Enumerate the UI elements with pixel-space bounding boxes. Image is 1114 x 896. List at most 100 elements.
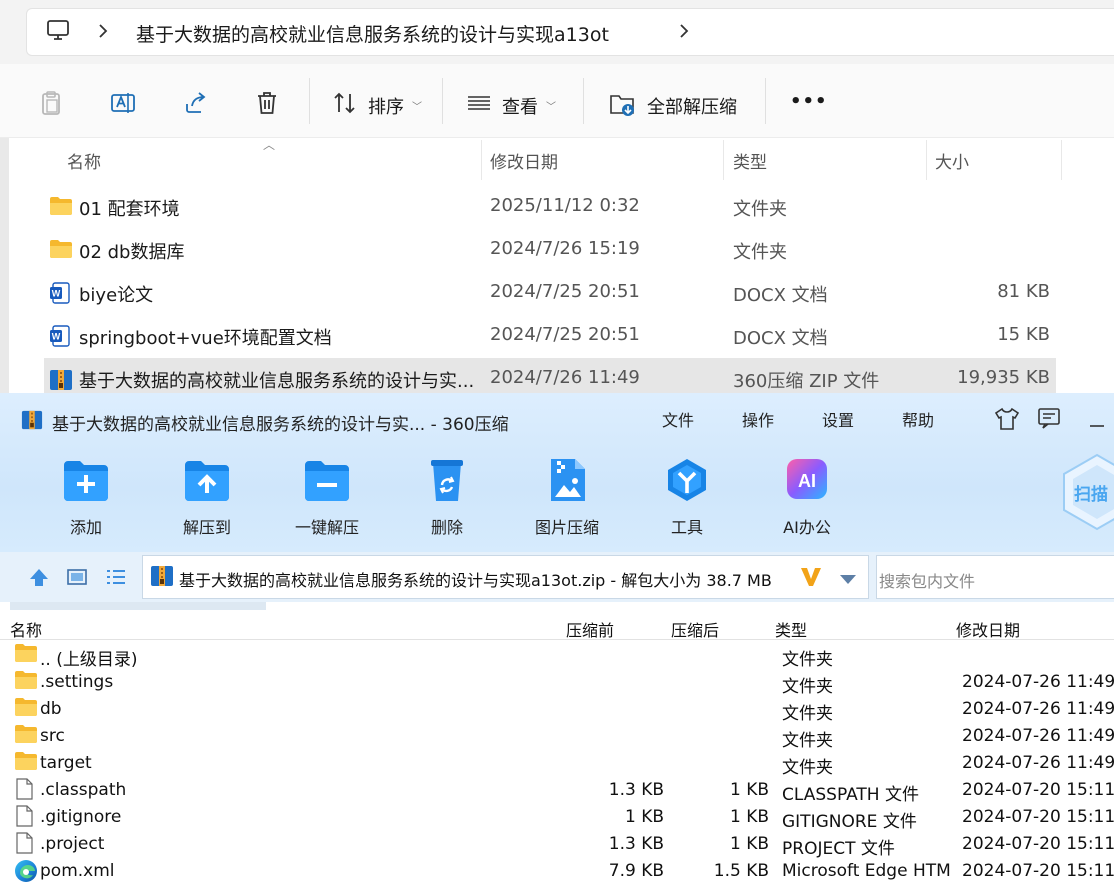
file-row[interactable]: 01 配套环境 2025/11/12 0:32 文件夹 xyxy=(44,186,1056,226)
row-type: CLASSPATH 文件 xyxy=(782,785,919,805)
row-type: 文件夹 xyxy=(782,677,833,697)
row-name: .. (上级目录) xyxy=(40,650,138,670)
image-compress-button[interactable]: 图片压缩 xyxy=(517,457,617,537)
share-icon[interactable] xyxy=(183,90,209,120)
row-name: .classpath xyxy=(40,780,127,800)
scan-badge-icon[interactable]: 扫描 xyxy=(1062,453,1114,531)
column-divider[interactable] xyxy=(926,140,927,180)
chevron-right-icon[interactable] xyxy=(97,22,109,44)
row-after: 1 KB xyxy=(729,780,769,800)
column-header-date[interactable]: 修改日期 xyxy=(490,148,558,173)
recycle-bin-icon xyxy=(431,460,463,501)
ai-office-button[interactable]: AI AI办公 xyxy=(757,457,857,537)
row-after: 1 KB xyxy=(729,834,769,854)
folder-icon xyxy=(49,196,73,220)
separator xyxy=(442,78,443,124)
chevron-down-icon[interactable]: ﹀ xyxy=(546,98,556,113)
file-row-selected[interactable]: 基于大数据的高校就业信息服务系统的设计与实... 2024/7/26 11:49… xyxy=(44,358,1056,398)
archive-path-field[interactable]: 基于大数据的高校就业信息服务系统的设计与实现a13ot.zip - 解包大小为 … xyxy=(142,555,869,599)
table-row[interactable]: .. (上级目录) 文件夹 xyxy=(0,641,1114,670)
view-icon[interactable] xyxy=(466,90,492,120)
menu-settings[interactable]: 设置 xyxy=(822,407,854,431)
minimize-icon[interactable] xyxy=(1088,413,1106,432)
column-header-size[interactable]: 大小 xyxy=(935,148,969,173)
delete-button[interactable]: 删除 xyxy=(397,457,497,537)
column-header-type[interactable]: 类型 xyxy=(775,617,807,641)
column-header-name[interactable]: 名称 xyxy=(10,617,42,641)
separator xyxy=(309,78,310,124)
row-name: .gitignore xyxy=(40,807,122,827)
command-bar: 排序 ﹀ 查看 ﹀ 全部解压缩 ••• xyxy=(0,64,1114,138)
rename-icon[interactable] xyxy=(110,90,136,120)
file-row[interactable]: 02 db数据库 2024/7/26 15:19 文件夹 xyxy=(44,229,1056,269)
verified-v-icon[interactable] xyxy=(799,564,823,592)
row-date: 2024-07-20 15:11 xyxy=(962,861,1114,881)
breadcrumb[interactable]: 基于大数据的高校就业信息服务系统的设计与实现a13ot xyxy=(136,20,609,47)
file-date: 2024/7/25 20:51 xyxy=(490,324,640,345)
folder-icon xyxy=(49,239,73,263)
table-row[interactable]: target 文件夹 2024-07-26 11:49 xyxy=(0,749,1114,778)
column-header-name[interactable]: 名称 xyxy=(67,148,101,173)
row-date: 2024-07-26 11:49 xyxy=(962,672,1114,692)
column-divider[interactable] xyxy=(1061,140,1062,180)
table-row[interactable]: .project 1.3 KB 1 KB PROJECT 文件 2024-07-… xyxy=(0,830,1114,859)
column-divider[interactable] xyxy=(723,140,724,180)
search-placeholder: 搜索包内文件 xyxy=(879,572,976,591)
column-divider[interactable] xyxy=(481,140,482,180)
file-row[interactable]: W biye论文 2024/7/25 20:51 DOCX 文档 81 KB xyxy=(44,272,1056,312)
table-row[interactable]: .classpath 1.3 KB 1 KB CLASSPATH 文件 2024… xyxy=(0,776,1114,805)
menu-file[interactable]: 文件 xyxy=(662,407,694,431)
archive-search-input[interactable]: 搜索包内文件 xyxy=(876,555,1114,599)
table-row[interactable]: src 文件夹 2024-07-26 11:49 xyxy=(0,722,1114,751)
row-date: 2024-07-26 11:49 xyxy=(962,699,1114,719)
svg-text:AI: AI xyxy=(798,471,816,491)
table-row[interactable]: .gitignore 1 KB 1 KB GITIGNORE 文件 2024-0… xyxy=(0,803,1114,832)
table-row[interactable]: db 文件夹 2024-07-26 11:49 xyxy=(0,695,1114,724)
chevron-down-icon[interactable]: ﹀ xyxy=(412,98,422,113)
file-type: DOCX 文档 xyxy=(733,285,828,306)
zip-icon xyxy=(49,368,73,396)
list-view-icon[interactable] xyxy=(105,566,127,592)
address-bar: 基于大数据的高校就业信息服务系统的设计与实现a13ot xyxy=(0,0,1114,64)
menu-operation[interactable]: 操作 xyxy=(742,407,774,431)
add-button[interactable]: 添加 xyxy=(36,457,136,537)
row-type: 文件夹 xyxy=(782,650,833,670)
row-after: 1 KB xyxy=(729,807,769,827)
feedback-icon[interactable] xyxy=(1037,407,1061,433)
file-row[interactable]: W springboot+vue环境配置文档 2024/7/25 20:51 D… xyxy=(44,315,1056,355)
extract-all-icon[interactable] xyxy=(609,90,637,122)
word-icon: W xyxy=(49,325,71,351)
one-click-extract-button[interactable]: 一键解压 xyxy=(277,457,377,537)
row-name: pom.xml xyxy=(40,861,115,881)
column-header-type[interactable]: 类型 xyxy=(733,148,767,173)
column-header-before[interactable]: 压缩前 xyxy=(566,617,614,641)
table-row[interactable]: .settings 文件夹 2024-07-26 11:49 xyxy=(0,668,1114,697)
column-header-date[interactable]: 修改日期 xyxy=(956,617,1020,641)
dropdown-arrow-icon[interactable] xyxy=(839,570,857,589)
sort-icon[interactable] xyxy=(332,90,358,120)
row-date: 2024-07-20 15:11 xyxy=(962,780,1114,800)
menu-help[interactable]: 帮助 xyxy=(902,407,934,431)
delete-icon[interactable] xyxy=(254,90,280,120)
file-name: springboot+vue环境配置文档 xyxy=(79,328,332,349)
header-divider xyxy=(0,639,1114,640)
table-row[interactable]: pom.xml 7.9 KB 1.5 KB Microsoft Edge HTM… xyxy=(0,857,1114,884)
svg-text:W: W xyxy=(52,289,61,299)
up-level-icon[interactable] xyxy=(28,566,50,592)
row-type: GITIGNORE 文件 xyxy=(782,812,917,832)
more-options-button[interactable]: ••• xyxy=(790,91,828,112)
chevron-right-icon[interactable] xyxy=(678,22,690,44)
this-pc-icon[interactable] xyxy=(46,18,70,46)
paste-icon[interactable] xyxy=(38,90,64,120)
file-name: 02 db数据库 xyxy=(79,242,185,263)
tools-button[interactable]: 工具 xyxy=(637,457,737,537)
thumbnail-view-icon[interactable] xyxy=(66,566,88,592)
extract-to-button[interactable]: 解压到 xyxy=(157,457,257,537)
ai-office-icon: AI xyxy=(787,459,827,499)
sort-button[interactable]: 排序 xyxy=(368,93,404,119)
extract-all-button[interactable]: 全部解压缩 xyxy=(647,93,737,119)
view-button[interactable]: 查看 xyxy=(502,93,538,119)
column-header-after[interactable]: 压缩后 xyxy=(671,617,719,641)
skin-icon[interactable] xyxy=(994,407,1020,435)
row-type: 文件夹 xyxy=(782,731,833,751)
